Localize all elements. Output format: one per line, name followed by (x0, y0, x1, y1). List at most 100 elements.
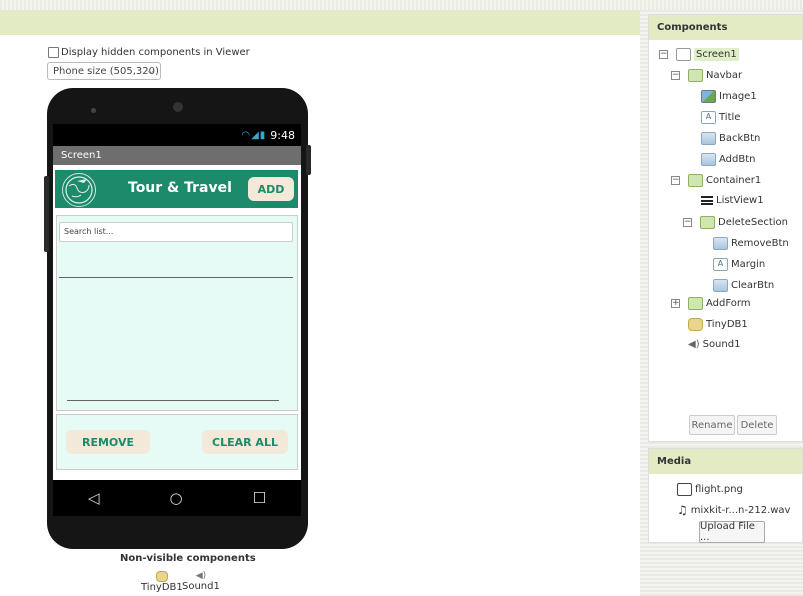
non-visible-title: Non-visible components (120, 553, 256, 564)
clear-all-button[interactable]: CLEAR ALL (202, 430, 288, 454)
tree-label: AddBtn (719, 154, 756, 165)
display-hidden-label: Display hidden components in Viewer (61, 47, 250, 58)
tree-label: TinyDB1 (706, 319, 748, 330)
non-visible-tinydb[interactable]: TinyDB1 (141, 571, 183, 593)
viewer-header (0, 10, 640, 35)
tree-label: Screen1 (694, 48, 739, 61)
tree-item-addbtn[interactable]: AddBtn (701, 153, 755, 166)
non-visible-sound[interactable]: ◀) Sound1 (182, 571, 220, 592)
tree-item-title[interactable]: A Title (701, 111, 740, 124)
media-file-label: mixkit-r...n-212.wav (690, 504, 791, 516)
phone-size-value: Phone size (505,320) (53, 65, 159, 77)
checkbox-icon[interactable] (48, 47, 59, 58)
vertical-arrangement-icon (688, 174, 703, 187)
screen-title-bar: Screen1 (53, 146, 301, 165)
tree-label: ClearBtn (731, 280, 775, 291)
delete-button[interactable]: Delete (737, 415, 777, 435)
phone-side-button (44, 176, 49, 252)
media-header: Media (649, 449, 802, 474)
rename-button[interactable]: Rename (689, 415, 735, 435)
status-bar: ◠◢▮ 9:48 (53, 124, 301, 146)
collapse-toggle-icon[interactable]: − (683, 218, 692, 227)
tree-label: Navbar (706, 70, 743, 81)
phone-size-select[interactable]: Phone size (505,320) ⌵ (47, 62, 161, 80)
horizontal-arrangement-icon (700, 216, 715, 229)
globe-plane-icon[interactable] (62, 173, 96, 207)
non-visible-tinydb-label: TinyDB1 (141, 582, 183, 593)
tree-label: ListView1 (716, 195, 764, 206)
tree-item-removebtn[interactable]: RemoveBtn (713, 237, 789, 250)
label-icon: A (701, 111, 716, 124)
tree-item-screen1[interactable]: Screen1 (676, 48, 739, 61)
tinydb-icon (155, 571, 168, 582)
navbar[interactable]: Tour & Travel ADD (55, 170, 298, 210)
top-strip (0, 0, 803, 10)
tree-item-sound1[interactable]: ◀) Sound1 (688, 339, 740, 350)
tree-label: AddForm (706, 298, 751, 309)
tree-item-backbtn[interactable]: BackBtn (701, 132, 760, 145)
tree-item-listview1[interactable]: ListView1 (701, 195, 764, 206)
recents-square-icon: ☐ (252, 489, 267, 507)
vertical-arrangement-icon (688, 297, 703, 310)
components-panel: Components − Screen1 − Navbar Image1 A T… (648, 14, 803, 442)
listview-icon (701, 196, 713, 205)
home-circle-icon: ○ (169, 489, 183, 507)
media-file-label: flight.png (695, 484, 743, 495)
tree-item-clearbtn[interactable]: ClearBtn (713, 279, 774, 292)
android-nav-bar: ◁ ○ ☐ (53, 480, 301, 516)
collapse-toggle-icon[interactable]: − (671, 176, 680, 185)
non-visible-sound-label: Sound1 (182, 581, 220, 592)
label-icon: A (713, 258, 728, 271)
media-panel: Media flight.png ♫ mixkit-r...n-212.wav … (648, 448, 803, 543)
image-icon (701, 90, 716, 103)
display-hidden-checkbox[interactable]: Display hidden components in Viewer (48, 47, 250, 58)
tree-item-image1[interactable]: Image1 (701, 90, 757, 103)
chevron-down-icon: ⌵ (147, 67, 154, 77)
collapse-toggle-icon[interactable]: − (671, 71, 680, 80)
add-button[interactable]: ADD (248, 177, 294, 201)
tree-item-margin[interactable]: A Margin (713, 258, 765, 271)
button-icon (701, 132, 716, 145)
back-triangle-icon: ◁ (87, 489, 100, 507)
sound-icon: ◀) (688, 339, 700, 350)
listview[interactable]: Search list... (56, 215, 298, 411)
button-icon (701, 153, 716, 166)
media-file-flight[interactable]: flight.png (677, 483, 743, 496)
divider (67, 400, 279, 401)
status-time: 9:48 (270, 128, 295, 142)
image-file-icon (677, 483, 692, 496)
tree-item-addform[interactable]: AddForm (688, 297, 751, 310)
screen-icon (676, 48, 691, 61)
button-icon (713, 237, 728, 250)
horizontal-arrangement-icon (688, 69, 703, 82)
tree-item-deletesection[interactable]: DeleteSection (700, 216, 788, 229)
sound-icon: ◀) (195, 571, 207, 581)
media-file-wav[interactable]: ♫ mixkit-r...n-212.wav (677, 503, 790, 517)
tinydb-icon (688, 318, 703, 331)
divider (59, 277, 293, 278)
tree-label: Image1 (719, 91, 757, 102)
tree-label: Margin (731, 259, 766, 270)
tree-item-container1[interactable]: Container1 (688, 174, 761, 187)
tree-label: Sound1 (702, 339, 741, 350)
signal-battery-icon: ◠◢▮ (241, 129, 267, 141)
tree-label: Container1 (706, 175, 762, 186)
tree-label: BackBtn (719, 133, 761, 144)
navbar-title[interactable]: Tour & Travel (128, 180, 232, 196)
music-note-icon: ♫ (677, 503, 688, 517)
search-input[interactable]: Search list... (59, 222, 293, 242)
components-header: Components (649, 15, 802, 40)
remove-button[interactable]: REMOVE (66, 430, 150, 454)
tree-item-navbar[interactable]: Navbar (688, 69, 742, 82)
button-icon (713, 279, 728, 292)
upload-file-button[interactable]: Upload File ... (699, 521, 765, 543)
tree-item-tinydb1[interactable]: TinyDB1 (688, 318, 748, 331)
expand-toggle-icon[interactable]: + (671, 299, 680, 308)
tree-label: DeleteSection (718, 217, 789, 228)
tree-label: RemoveBtn (731, 238, 789, 249)
tree-label: Title (719, 112, 741, 123)
collapse-toggle-icon[interactable]: − (659, 50, 668, 59)
phone-camera-icon (173, 102, 183, 112)
phone-side-button (306, 145, 311, 175)
delete-section[interactable]: REMOVE CLEAR ALL (56, 414, 298, 470)
